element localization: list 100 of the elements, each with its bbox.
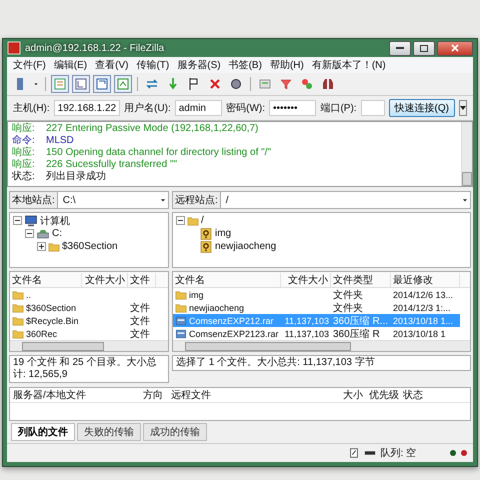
menu-item[interactable]: 服务器(S) <box>177 58 221 72</box>
folder-icon <box>12 314 24 326</box>
site-path-field[interactable]: 本地站点: C:\ <box>9 191 169 209</box>
minimize-icon <box>396 47 404 49</box>
table-cell-text: 11,137,103 <box>284 328 330 340</box>
column-header[interactable]: 远程文件 <box>168 388 340 402</box>
site-label: 本地站点: <box>10 192 58 208</box>
file-row-name[interactable]: newjiaocheng <box>173 301 281 314</box>
queue-tab[interactable]: 列队的文件 <box>11 423 75 441</box>
dropdown-button[interactable] <box>459 100 467 116</box>
tree-panel-icon <box>74 77 88 91</box>
field-label: 主机(H): <box>13 102 50 115</box>
file-row-name[interactable]: 360Rec <box>10 327 82 340</box>
column-header[interactable]: 文件 <box>128 272 156 286</box>
log-message: 226 Sucessfully transferred "" <box>46 159 178 170</box>
column-header[interactable]: 状态 <box>400 388 470 402</box>
horizontal-scrollbar[interactable] <box>173 340 470 351</box>
maximize-button[interactable] <box>413 40 435 56</box>
close-button[interactable] <box>437 40 473 56</box>
collapse-toggle[interactable] <box>25 229 34 238</box>
horizontal-scrollbar[interactable] <box>10 340 168 351</box>
table-cell-text: 文件夹 <box>332 288 364 301</box>
expand-toggle[interactable] <box>37 242 46 251</box>
site-label: 远程站点: <box>173 192 221 208</box>
column-header[interactable]: 文件名 <box>173 272 281 286</box>
table-cell: 11,137,103 <box>281 314 331 327</box>
file-row-name[interactable]: .. <box>10 288 82 301</box>
computer-icon <box>24 214 38 228</box>
quickconnect-button[interactable]: 快速连接(Q) <box>388 99 455 117</box>
column-header[interactable]: 大小 <box>340 388 366 402</box>
menu-item[interactable]: 文件(F) <box>13 58 46 72</box>
binoculars-icon <box>321 77 335 91</box>
tree-item[interactable]: img <box>215 228 232 239</box>
site-path-field[interactable]: 远程站点: / <box>172 191 471 209</box>
table-cell-text: 360压缩 R <box>332 328 381 340</box>
menu-item[interactable]: 编辑(E) <box>54 58 88 72</box>
queue-status: 队列: 空 <box>380 446 416 460</box>
archive-icon <box>175 328 187 340</box>
cancel-icon <box>208 77 222 91</box>
tree-item[interactable]: $360Section <box>62 241 118 252</box>
input-field[interactable] <box>360 100 385 116</box>
log-label: 响应: <box>12 147 36 158</box>
pane-status-text: 19 个文件 和 25 个目录。大小总计: 12,565,9 <box>9 355 169 383</box>
folder-icon <box>12 302 24 314</box>
input-field[interactable]: admin <box>174 100 222 116</box>
file-row-name[interactable]: ComsenzEXP2123.rar <box>173 327 281 340</box>
table-cell-text: 文件 <box>129 314 151 327</box>
archive-icon <box>175 314 187 326</box>
table-cell-text: 2013/10/18 1 <box>392 328 447 340</box>
menu-item[interactable]: 帮助(H) <box>270 58 304 72</box>
queue-tab[interactable]: 失败的传输 <box>77 423 141 441</box>
vertical-scrollbar[interactable] <box>461 122 472 186</box>
log-message: 227 Entering Passive Mode (192,168,1,22,60,7) <box>46 123 260 135</box>
window-title: admin@192.168.1.22 - FileZilla <box>25 42 164 54</box>
tree-item[interactable]: C: <box>52 228 62 239</box>
column-header[interactable]: 方向 <box>140 388 168 402</box>
menu-item[interactable]: 有新版本了！(N) <box>312 58 386 72</box>
log-message: 列出目录成功 <box>46 171 107 183</box>
queue-tab[interactable]: 成功的传输 <box>143 423 207 441</box>
table-cell: 2013/10/18 1... <box>391 314 460 327</box>
collapse-toggle[interactable] <box>176 216 185 225</box>
menu-item[interactable]: 书签(B) <box>228 58 262 72</box>
file-row-name[interactable]: $360Section <box>10 301 82 314</box>
log-label: 响应: <box>12 159 36 170</box>
log-message: 150 Opening data channel for directory listing of "/" <box>46 147 272 159</box>
unknown-file-icon <box>199 240 213 254</box>
menu-item[interactable]: 传输(T) <box>136 58 170 72</box>
column-header[interactable]: 最近修改 <box>391 272 460 286</box>
tree-item[interactable]: / <box>201 215 204 226</box>
queue-panel-icon <box>116 77 130 91</box>
column-header[interactable]: 文件大小 <box>82 272 128 286</box>
log-panel-icon <box>53 77 67 91</box>
log-label: 响应: <box>12 123 36 135</box>
input-field[interactable]: ••••••• <box>269 100 316 116</box>
table-cell: 360压缩 R... <box>331 314 391 327</box>
column-header[interactable]: 文件类型 <box>331 272 391 286</box>
column-header[interactable]: 优先级 <box>366 388 400 402</box>
file-row-name[interactable]: img <box>173 288 281 301</box>
input-field[interactable]: 192.168.1.22 <box>54 100 120 116</box>
table-cell-text: 2014/12/6 13... <box>392 288 454 301</box>
table-cell-text: 文件夹 <box>332 302 364 314</box>
tree-item[interactable]: 计算机 <box>40 214 70 228</box>
minimize-button[interactable] <box>389 40 411 56</box>
unknown-file-icon <box>199 226 213 240</box>
column-header[interactable]: 文件名 <box>10 272 82 286</box>
table-cell-text: 文件 <box>129 328 151 340</box>
collapse-toggle[interactable] <box>13 216 22 225</box>
field-label: 端口(P): <box>320 102 357 115</box>
column-header[interactable]: 服务器/本地文件 <box>10 388 140 402</box>
maximize-icon <box>420 44 428 52</box>
log-message: MLSD <box>46 135 75 147</box>
file-row-name[interactable]: $Recycle.Bin <box>10 314 82 327</box>
field-label: 用户名(U): <box>124 102 171 115</box>
menu-item[interactable]: 查看(V) <box>95 58 128 72</box>
column-header[interactable]: 文件大小 <box>281 272 331 286</box>
folder-icon <box>48 240 60 252</box>
refresh-icon <box>145 77 159 91</box>
close-icon <box>451 44 459 52</box>
folder-icon <box>187 214 199 226</box>
tree-item[interactable]: newjiaocheng <box>215 241 276 252</box>
